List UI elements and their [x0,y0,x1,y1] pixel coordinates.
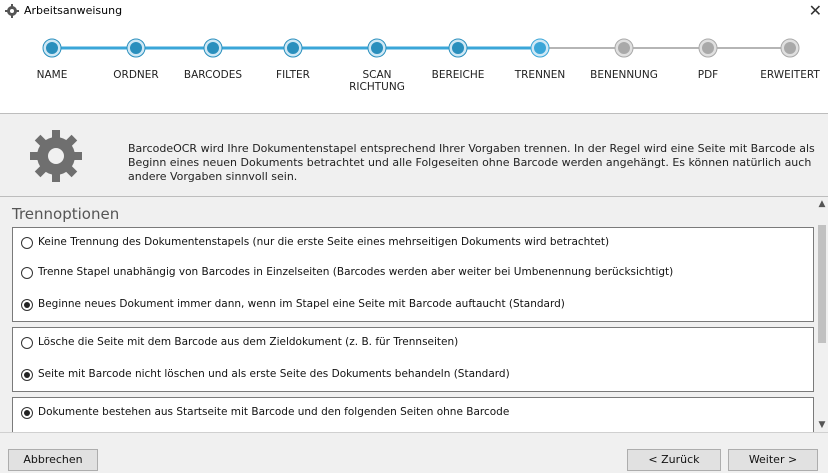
radio-button[interactable] [21,369,33,381]
cancel-button[interactable]: Abbrechen [8,449,98,471]
back-button[interactable]: < Zurück [627,449,721,471]
radio-button[interactable] [21,267,33,279]
scroll-thumb[interactable] [818,225,826,343]
window-title: Arbeitsanweisung [24,4,123,17]
info-text: BarcodeOCR wird Ihre Dokumentenstapel en… [128,142,815,183]
step-node[interactable] [614,38,634,58]
next-button[interactable]: Weiter > [728,449,818,471]
step-node[interactable] [780,38,800,58]
section-title: Trennoptionen [12,205,120,223]
step-node[interactable] [698,38,718,58]
gear-icon [5,4,19,18]
step-node[interactable] [530,38,550,58]
step-node[interactable] [367,38,387,58]
radio-button[interactable] [21,407,33,419]
radio-label: Trenne Stapel unabhängig von Barcodes in… [38,266,674,278]
scroll-down-icon[interactable]: ▼ [816,418,828,432]
gear-icon [30,130,82,182]
title-bar: Arbeitsanweisung ✕ [0,0,828,22]
radio-label: Seite mit Barcode nicht löschen und als … [38,368,510,380]
footer: Abbrechen < Zurück Weiter > [0,432,828,473]
step-node[interactable] [283,38,303,58]
wizard-steps: NAME ORDNER BARCODES FILTER SCAN RICHTUNG BER… [0,22,828,100]
radio-label: Lösche die Seite mit dem Barcode aus dem… [38,336,459,348]
radio-label: Keine Trennung des Dokumentenstapels (nu… [38,236,610,248]
vertical-scrollbar[interactable]: ▲ ▼ [816,197,828,432]
close-icon[interactable]: ✕ [809,1,822,20]
radio-label: Beginne neues Dokument immer dann, wenn … [38,298,565,310]
options-area: Trennoptionen Keine Trennung des Dokumen… [0,197,816,432]
info-panel: BarcodeOCR wird Ihre Dokumentenstapel en… [0,114,828,196]
step-label: ERWEITERT [760,69,820,81]
radio-button[interactable] [21,337,33,349]
radio-button[interactable] [21,299,33,311]
step-node[interactable] [203,38,223,58]
split-mode-group: Keine Trennung des Dokumentenstapels (nu… [12,227,814,322]
radio-label: Dokumente bestehen aus Startseite mit Ba… [38,406,510,418]
scroll-up-icon[interactable]: ▲ [816,197,828,211]
document-structure-group: Dokumente bestehen aus Startseite mit Ba… [12,397,814,432]
step-node[interactable] [448,38,468,58]
barcode-page-group: Lösche die Seite mit dem Barcode aus dem… [12,327,814,392]
step-node[interactable] [42,38,62,58]
step-node[interactable] [126,38,146,58]
radio-button[interactable] [21,237,33,249]
